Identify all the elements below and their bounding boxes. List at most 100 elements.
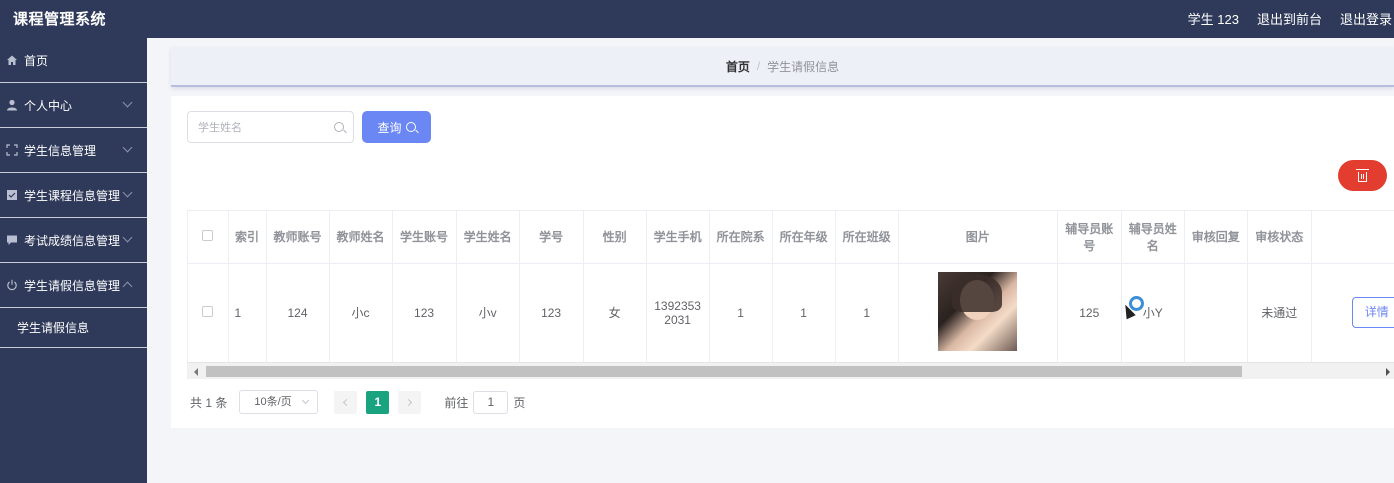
sidebar: 首页 个人中心 学生信息管理 学生课程信息管理 考试成绩信息管理 学生请假信息管… xyxy=(0,38,147,483)
chevron-right-icon xyxy=(405,398,413,406)
home-icon xyxy=(5,53,19,67)
goto-prefix: 前往 xyxy=(444,395,469,410)
goto-page: 前往 页 xyxy=(444,390,526,414)
user-icon xyxy=(5,98,19,112)
prev-page-button[interactable] xyxy=(334,390,358,414)
sidebar-item-label: 考试成绩信息管理 xyxy=(24,233,121,248)
sidebar-item-personal-center[interactable]: 个人中心 xyxy=(0,83,147,128)
goto-suffix: 页 xyxy=(513,395,526,410)
breadcrumb: 首页 / 学生请假信息 xyxy=(171,47,1394,87)
app-title: 课程管理系统 xyxy=(13,11,107,28)
chevron-down-icon xyxy=(122,187,133,198)
search-icon xyxy=(405,122,416,132)
sidebar-item-course-info[interactable]: 学生课程信息管理 xyxy=(0,173,147,218)
next-page-button[interactable] xyxy=(398,390,422,414)
query-button-label: 查询 xyxy=(377,120,402,135)
pagination: 共 1 条 10条/页 1 前往 页 xyxy=(190,390,525,414)
chevron-up-icon xyxy=(122,281,133,292)
breadcrumb-current: 学生请假信息 xyxy=(767,59,840,74)
cell-student-name: 小v xyxy=(456,263,520,363)
cell-teacher-account: 124 xyxy=(266,263,330,363)
select-all-checkbox[interactable] xyxy=(202,229,214,241)
sidebar-item-student-info[interactable]: 学生信息管理 xyxy=(0,128,147,173)
column-header: 教师姓名 xyxy=(329,211,393,264)
horizontal-scrollbar[interactable] xyxy=(187,362,1394,379)
detail-button[interactable]: 详情 xyxy=(1351,297,1394,328)
column-header: 学生账号 xyxy=(392,211,457,264)
scroll-left-arrow-icon[interactable] xyxy=(194,368,198,376)
cell-actions: 详情 xyxy=(1311,263,1394,363)
cell-student-account: 123 xyxy=(392,263,457,363)
cell-class: 1 xyxy=(835,263,899,363)
row-select-cell xyxy=(188,263,229,363)
cell-gender: 女 xyxy=(583,263,647,363)
column-header: 学生姓名 xyxy=(456,211,520,264)
scrollbar-thumb[interactable] xyxy=(206,366,1242,377)
loading-indicator-icon xyxy=(1129,296,1144,311)
search-input[interactable] xyxy=(198,119,328,137)
cell-index: 1 xyxy=(228,263,267,363)
student-name-search[interactable] xyxy=(187,111,354,143)
sidebar-subitem-leave-info[interactable]: 学生请假信息 xyxy=(0,308,147,348)
column-header: 所在年级 xyxy=(772,211,836,264)
sidebar-item-home[interactable]: 首页 xyxy=(0,38,147,83)
power-icon xyxy=(5,278,19,292)
delete-button[interactable] xyxy=(1338,160,1387,191)
column-header: 审核状态 xyxy=(1247,211,1312,264)
query-button[interactable]: 查询 xyxy=(362,111,431,143)
column-header: 性别 xyxy=(583,211,647,264)
column-header: 教师账号 xyxy=(266,211,330,264)
chevron-down-icon xyxy=(122,97,133,108)
table-row: 1 124 小c 123 小v 123 女 13923532031 1 1 1 … xyxy=(188,263,1394,363)
row-checkbox[interactable] xyxy=(202,305,214,317)
student-photo xyxy=(938,271,1018,351)
cell-teacher-name: 小c xyxy=(329,263,393,363)
sidebar-item-label: 学生信息管理 xyxy=(24,143,97,158)
page-number-active[interactable]: 1 xyxy=(366,390,390,414)
table-header-row: 索引 教师账号 教师姓名 学生账号 学生姓名 学号 性别 学生手机 所在院系 所… xyxy=(188,211,1394,264)
sidebar-item-leave-info[interactable]: 学生请假信息管理 xyxy=(0,263,147,308)
cell-photo xyxy=(898,263,1058,363)
user-actions: 学生 123 退出到前台 退出登录 xyxy=(1170,9,1392,28)
cell-phone: 13923532031 xyxy=(646,263,710,363)
column-header: 辅导员姓名 xyxy=(1121,211,1185,264)
expand-icon xyxy=(5,143,19,157)
chevron-down-icon xyxy=(122,142,133,153)
top-bar: 课程管理系统 学生 123 退出到前台 退出登录 xyxy=(0,0,1394,38)
goto-page-input[interactable] xyxy=(473,390,509,414)
search-icon xyxy=(334,122,344,132)
column-header: 辅导员账号 xyxy=(1057,211,1122,264)
pagination-total: 共 1 条 xyxy=(190,395,228,410)
leave-table: 索引 教师账号 教师姓名 学生账号 学生姓名 学号 性别 学生手机 所在院系 所… xyxy=(187,210,1394,380)
actions-header xyxy=(1311,211,1394,264)
checkbox-icon xyxy=(5,188,19,202)
cell-student-no: 123 xyxy=(519,263,584,363)
column-header: 学号 xyxy=(519,211,584,264)
column-header: 所在班级 xyxy=(835,211,899,264)
column-header: 索引 xyxy=(228,211,267,264)
cell-counselor-account: 125 xyxy=(1057,263,1122,363)
sidebar-item-label: 个人中心 xyxy=(24,98,73,113)
comment-icon xyxy=(5,233,19,247)
select-all-cell xyxy=(188,211,229,264)
column-header: 审核回复 xyxy=(1184,211,1248,264)
current-user: 学生 123 xyxy=(1187,12,1239,27)
cell-grade: 1 xyxy=(772,263,836,363)
sidebar-item-label: 学生请假信息管理 xyxy=(24,278,121,293)
page-size-select[interactable]: 10条/页 xyxy=(239,390,319,414)
chevron-down-icon xyxy=(122,232,133,243)
trash-icon xyxy=(1356,168,1369,182)
sidebar-item-exam-scores[interactable]: 考试成绩信息管理 xyxy=(0,218,147,263)
breadcrumb-separator: / xyxy=(756,59,761,73)
scroll-right-arrow-icon[interactable] xyxy=(1386,368,1390,376)
column-header: 所在院系 xyxy=(709,211,773,264)
sidebar-item-label: 学生课程信息管理 xyxy=(24,188,121,203)
chevron-down-icon xyxy=(302,396,310,405)
column-header: 学生手机 xyxy=(646,211,710,264)
column-header: 图片 xyxy=(898,211,1058,264)
breadcrumb-home[interactable]: 首页 xyxy=(726,58,750,75)
logout-link[interactable]: 退出登录 xyxy=(1340,9,1392,28)
exit-to-front-link[interactable]: 退出到前台 xyxy=(1257,9,1322,28)
chevron-left-icon xyxy=(343,398,351,406)
cell-review-status: 未通过 xyxy=(1247,263,1312,363)
